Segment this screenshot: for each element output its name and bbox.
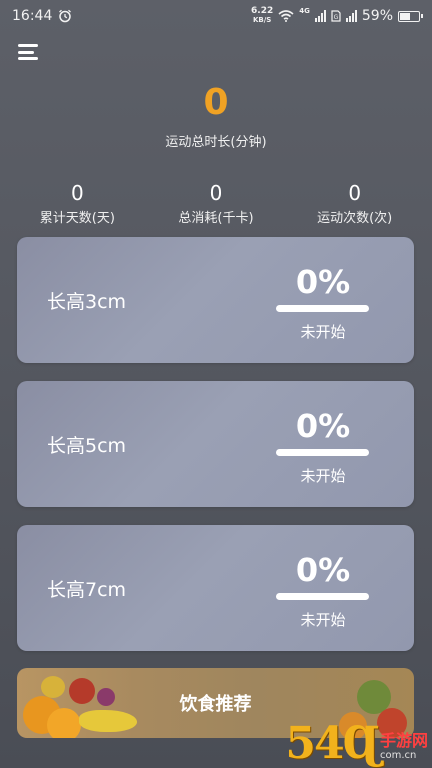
goal-card-5cm[interactable]: 长高5cm 0% 未开始	[17, 381, 414, 507]
goal-title: 长高7cm	[47, 578, 127, 601]
signal-strength-2-icon	[345, 10, 357, 22]
network-type: 4G	[299, 7, 310, 15]
goal-title: 长高5cm	[47, 434, 127, 457]
goal-status: 未开始	[300, 323, 346, 341]
goal-title: 长高3cm	[47, 290, 127, 313]
stat-label: 总消耗(千卡)	[178, 211, 254, 226]
svg-text:G: G	[334, 14, 339, 21]
stat-label: 运动次数(次)	[317, 211, 393, 226]
network-speed-unit: KB/S	[252, 16, 272, 24]
stat-value: 0	[70, 181, 84, 205]
signal-strength-icon	[314, 10, 326, 22]
goal-percent: 0%	[295, 551, 351, 589]
goal-progress-bar	[276, 449, 369, 456]
goal-card-3cm[interactable]: 长高3cm 0% 未开始	[17, 237, 414, 363]
watermark-text: 手游网 com.cn	[380, 732, 428, 762]
battery-icon	[398, 10, 423, 22]
goal-card-7cm[interactable]: 长高7cm 0% 未开始	[17, 525, 414, 651]
goal-percent: 0%	[295, 263, 351, 301]
network-speed: 6.22 KB/S	[251, 7, 273, 25]
goal-progress-bar	[276, 593, 369, 600]
clock-time: 16:44	[12, 8, 53, 24]
network-speed-value: 6.22	[251, 6, 274, 16]
watermark-logo-mark: 54Ɋ	[285, 718, 380, 768]
status-left: 16:44	[12, 8, 72, 24]
stat-value: 0	[209, 181, 223, 205]
stat-cumulative-days: 0 累计天数(天)	[8, 180, 147, 226]
total-duration-value: 0	[203, 82, 229, 123]
wifi-icon	[278, 10, 294, 22]
menu-icon-line	[18, 50, 34, 54]
menu-icon-line	[18, 57, 38, 60]
stats-row: 0 累计天数(天) 0 总消耗(千卡) 0 运动次数(次)	[0, 180, 432, 226]
stat-exercise-count: 0 运动次数(次)	[285, 180, 424, 226]
status-right: 6.22 KB/S 4G G 59%	[251, 7, 423, 25]
alarm-icon	[59, 9, 72, 23]
goal-status: 未开始	[300, 467, 346, 485]
status-bar: 16:44 6.22 KB/S 4G G 59%	[0, 0, 432, 32]
stat-label: 累计天数(天)	[39, 211, 115, 226]
goal-percent: 0%	[295, 407, 351, 445]
menu-button[interactable]	[18, 42, 40, 62]
stat-value: 0	[348, 181, 362, 205]
stat-total-calories: 0 总消耗(千卡)	[147, 180, 286, 226]
battery-percent: 59%	[361, 8, 393, 24]
battery-level	[400, 12, 410, 20]
menu-icon-line	[18, 44, 38, 47]
sim-icon: G	[331, 10, 341, 22]
goal-status: 未开始	[300, 611, 346, 629]
total-duration-label: 运动总时长(分钟)	[165, 135, 267, 150]
goal-progress-bar	[276, 305, 369, 312]
watermark-logo: 54Ɋ 手游网 com.cn	[285, 722, 428, 766]
watermark-url: com.cn	[379, 750, 417, 761]
watermark-site-name: 手游网	[379, 731, 428, 750]
